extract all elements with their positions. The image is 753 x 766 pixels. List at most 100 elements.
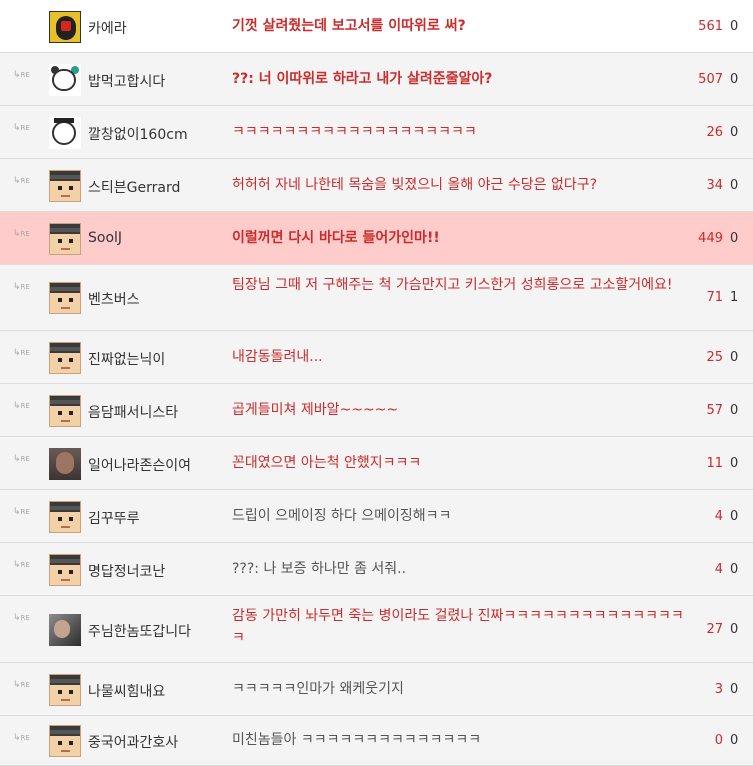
- default-avatar[interactable]: [49, 395, 81, 427]
- default-avatar[interactable]: [49, 170, 81, 202]
- reply-arrow-icon: ↳RE: [13, 560, 30, 570]
- comment-text[interactable]: 미친놈들아 ㅋㅋㅋㅋㅋㅋㅋㅋㅋㅋㅋㅋㅋㅋ: [232, 729, 692, 751]
- reply-arrow-icon: ↳RE: [13, 680, 30, 690]
- comment-author[interactable]: 명답정너코난: [88, 561, 165, 581]
- comment-row[interactable]: ↳RE 명답정너코난 ???: 나 보증 하나만 좀 서줘.. 4 0: [0, 543, 753, 596]
- default-avatar[interactable]: [49, 674, 81, 706]
- comment-author[interactable]: 김꾸뚜루: [88, 508, 140, 528]
- comment-text[interactable]: 팀장님 그때 저 구해주는 척 가슴만지고 키스한거 성희롱으로 고소할거에요!: [232, 274, 692, 296]
- default-avatar[interactable]: [49, 223, 81, 255]
- comment-row[interactable]: ↳RE 음담패서니스타 곱게들미쳐 제바알~~~~~ 57 0: [0, 384, 753, 437]
- reply-arrow-icon: ↳RE: [13, 401, 30, 411]
- like-count: 27: [706, 622, 723, 637]
- dislike-count: 0: [730, 456, 739, 471]
- dislike-count: 0: [730, 178, 739, 193]
- comment-author[interactable]: 주님한놈또갑니다: [88, 621, 191, 641]
- comment-text[interactable]: ㅋㅋㅋㅋㅋㅋㅋㅋㅋㅋㅋㅋㅋㅋㅋㅋㅋㅋㅋ: [232, 121, 692, 143]
- dislike-count: 0: [730, 733, 739, 748]
- like-count: 26: [706, 125, 723, 140]
- like-count: 561: [698, 19, 723, 34]
- comment-author[interactable]: 중국어과간호사: [88, 732, 178, 752]
- comment-row[interactable]: ↳RE 김꾸뚜루 드립이 으메이징 하다 으메이징해ㅋㅋ 4 0: [0, 490, 753, 543]
- default-avatar[interactable]: [49, 725, 81, 757]
- reply-label: RE: [20, 71, 30, 79]
- like-count: 11: [706, 456, 723, 471]
- comment-text[interactable]: 내감동돌려내...: [232, 346, 692, 368]
- comment-text[interactable]: 곱게들미쳐 제바알~~~~~: [232, 399, 692, 421]
- comment-row[interactable]: ↳RE 진짜없는닉이 내감동돌려내... 25 0: [0, 331, 753, 384]
- reply-arrow-icon: ↳RE: [13, 282, 30, 292]
- comment-list: 카에라 기껏 살려줬는데 보고서를 이따위로 써? 561 0 ↳RE 밥먹고합시다??:…: [0, 0, 753, 766]
- comment-author[interactable]: 깔창없이160cm: [88, 124, 188, 144]
- reply-label: RE: [20, 124, 30, 132]
- comment-row[interactable]: ↳RE 일어나라존슨이여 꼰대였으면 아는척 안했지ㅋㅋㅋ 11 0: [0, 437, 753, 490]
- comment-text[interactable]: ???: 나 보증 하나만 좀 서줘..: [232, 558, 692, 580]
- graduate-avatar[interactable]: [49, 117, 81, 149]
- reply-label: RE: [20, 230, 30, 238]
- comment-author[interactable]: 일어나라존슨이여: [88, 455, 191, 475]
- like-count: 507: [698, 72, 723, 87]
- reply-label: RE: [20, 614, 30, 622]
- bear-avatar[interactable]: [49, 64, 81, 96]
- like-count: 25: [706, 350, 723, 365]
- default-avatar[interactable]: [49, 282, 81, 314]
- dislike-count: 0: [730, 72, 739, 87]
- comment-row[interactable]: 카에라 기껏 살려줬는데 보고서를 이따위로 써? 561 0: [0, 0, 753, 53]
- like-count: 0: [714, 733, 723, 748]
- reply-arrow-icon: ↳RE: [13, 454, 30, 464]
- comment-author[interactable]: 벤츠버스: [88, 289, 140, 309]
- like-count: 71: [706, 290, 723, 305]
- comment-text[interactable]: ㅋㅋㅋㅋㅋ인마가 왜케웃기지: [232, 678, 692, 700]
- comment-text[interactable]: ??: 너 이따위로 하라고 내가 살려준줄알아?: [232, 68, 692, 90]
- reply-arrow-icon: ↳RE: [13, 70, 30, 80]
- comment-text[interactable]: 기껏 살려줬는데 보고서를 이따위로 써?: [232, 15, 692, 37]
- reply-label: RE: [20, 177, 30, 185]
- comment-text[interactable]: 드립이 으메이징 하다 으메이징해ㅋㅋ: [232, 505, 692, 527]
- comment-text[interactable]: 허허허 자네 나한테 목숨을 빚졌으니 올해 야근 수당은 없다구?: [232, 174, 692, 196]
- comment-row[interactable]: ↳RE 주님한놈또갑니다 감동 가만히 놔두면 죽는 병이라도 걸렸나 진짜ㅋㅋㅋㅋ…: [0, 596, 753, 663]
- reply-arrow-icon: ↳RE: [13, 123, 30, 133]
- comment-row[interactable]: ↳RE 중국어과간호사 미친놈들아 ㅋㅋㅋㅋㅋㅋㅋㅋㅋㅋㅋㅋㅋㅋ 0 0: [0, 716, 753, 766]
- comment-row[interactable]: ↳RE 나물씨힘내요 ㅋㅋㅋㅋㅋ인마가 왜케웃기지 3 0: [0, 663, 753, 716]
- comment-row[interactable]: ↳RE 깔창없이160cm ㅋㅋㅋㅋㅋㅋㅋㅋㅋㅋㅋㅋㅋㅋㅋㅋㅋㅋㅋ 26 0: [0, 106, 753, 159]
- like-count: 57: [706, 403, 723, 418]
- reply-label: RE: [20, 349, 30, 357]
- reply-arrow-icon: ↳RE: [13, 348, 30, 358]
- reply-label: RE: [20, 681, 30, 689]
- comment-row[interactable]: ↳RE 밥먹고합시다 ??: 너 이따위로 하라고 내가 살려준줄알아? 507 0: [0, 53, 753, 106]
- photo-avatar[interactable]: [49, 614, 81, 646]
- comment-row[interactable]: ↳RE 스티븐Gerrard 허허허 자네 나한테 목숨을 빚졌으니 올해 야근 수…: [0, 159, 753, 212]
- comment-author[interactable]: 음담패서니스타: [88, 402, 178, 422]
- default-avatar[interactable]: [49, 501, 81, 533]
- comment-author[interactable]: 스티븐Gerrard: [88, 177, 180, 197]
- comment-row[interactable]: ↳RE SoolJ 이럴꺼면 다시 바다로 들어가인마!! 449 0: [0, 212, 753, 265]
- default-avatar[interactable]: [49, 554, 81, 586]
- dislike-count: 0: [730, 509, 739, 524]
- like-count: 4: [714, 562, 723, 577]
- reply-arrow-icon: ↳RE: [13, 733, 30, 743]
- reply-label: RE: [20, 561, 30, 569]
- comment-author[interactable]: 카에라: [88, 18, 127, 38]
- dislike-count: 0: [730, 403, 739, 418]
- comment-author[interactable]: SoolJ: [88, 230, 122, 246]
- reply-arrow-icon: ↳RE: [13, 176, 30, 186]
- dislike-count: 0: [730, 562, 739, 577]
- like-count: 449: [698, 231, 723, 246]
- dislike-count: 0: [730, 682, 739, 697]
- comment-text[interactable]: 꼰대였으면 아는척 안했지ㅋㅋㅋ: [232, 452, 692, 474]
- comment-author[interactable]: 진짜없는닉이: [88, 349, 165, 369]
- comment-text[interactable]: 감동 가만히 놔두면 죽는 병이라도 걸렸나 진짜ㅋㅋㅋㅋㅋㅋㅋㅋㅋㅋㅋㅋㅋㅋㅋ: [232, 605, 692, 649]
- red-mask-avatar[interactable]: [49, 11, 81, 43]
- dislike-count: 0: [730, 622, 739, 637]
- reply-label: RE: [20, 283, 30, 291]
- comment-row[interactable]: ↳RE 벤츠버스 팀장님 그때 저 구해주는 척 가슴만지고 키스한거 성희롱으로 …: [0, 265, 753, 331]
- comment-author[interactable]: 나물씨힘내요: [88, 681, 165, 701]
- reply-arrow-icon: ↳RE: [13, 229, 30, 239]
- comment-text[interactable]: 이럴꺼면 다시 바다로 들어가인마!!: [232, 227, 692, 249]
- comment-author[interactable]: 밥먹고합시다: [88, 71, 165, 91]
- like-count: 4: [714, 509, 723, 524]
- default-avatar[interactable]: [49, 342, 81, 374]
- reply-label: RE: [20, 455, 30, 463]
- bald-man-avatar[interactable]: [49, 448, 81, 480]
- like-count: 3: [714, 682, 723, 697]
